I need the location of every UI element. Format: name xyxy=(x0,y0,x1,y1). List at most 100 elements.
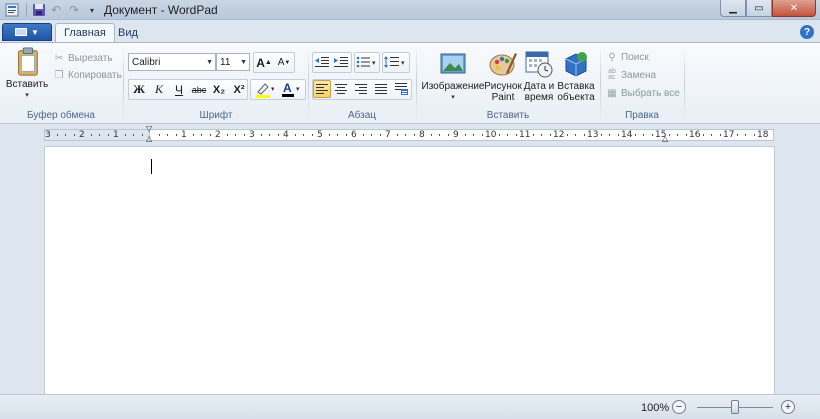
tab-home[interactable]: Главная xyxy=(55,23,115,42)
window-controls: ▁ ▭ ✕ xyxy=(720,0,816,17)
copy-label: Копировать xyxy=(68,69,122,81)
ruler-minor-tick xyxy=(617,134,619,136)
copy-icon: ❐ xyxy=(54,69,64,81)
ruler-tick-label: 4 xyxy=(283,130,289,140)
svg-text:A: A xyxy=(283,81,292,95)
save-icon[interactable] xyxy=(31,2,47,18)
title-bar: ↶ ↷ ▾ Документ - WordPad ▁ ▭ ✕ xyxy=(0,0,820,20)
font-size-value: 11 xyxy=(220,56,231,68)
font-family-select[interactable]: Calibri ▼ xyxy=(128,53,216,71)
text-cursor xyxy=(151,159,152,174)
align-left-button[interactable] xyxy=(313,80,331,98)
ruler-minor-tick xyxy=(371,134,372,136)
binoculars-icon: ⚲ xyxy=(608,51,616,63)
customize-quick-access-icon[interactable]: ▾ xyxy=(84,2,100,18)
insert-picture-button[interactable]: Изображение ▾ xyxy=(421,49,485,103)
select-all-button[interactable]: ▦ Выбрать все xyxy=(606,85,680,101)
document-page[interactable] xyxy=(44,146,775,396)
ruler-minor-tick xyxy=(167,134,168,136)
bold-button[interactable]: Ж xyxy=(129,80,149,99)
ruler-minor-tick xyxy=(337,134,338,136)
ruler-minor-tick xyxy=(141,134,143,136)
ruler-minor-tick xyxy=(405,134,406,136)
paragraph-settings-icon xyxy=(395,83,408,95)
italic-button[interactable]: К xyxy=(149,80,169,99)
bullet-list-icon[interactable]: ▾ xyxy=(355,53,379,71)
close-button[interactable]: ✕ xyxy=(772,0,816,17)
ruler-minor-tick xyxy=(192,134,194,136)
ruler-minor-tick xyxy=(235,134,236,136)
caret-down-icon: ▼ xyxy=(284,59,291,66)
paragraph-group-label: Абзац xyxy=(347,110,377,121)
ruler-minor-tick xyxy=(473,134,474,136)
minimize-button[interactable]: ▁ xyxy=(720,0,746,17)
justify-button[interactable] xyxy=(372,80,390,98)
ruler-minor-tick xyxy=(711,134,712,136)
align-right-button[interactable] xyxy=(352,80,370,98)
document-area xyxy=(0,142,820,396)
ruler-minor-tick xyxy=(345,134,347,136)
paste-button[interactable]: Вставить ▾ xyxy=(6,47,48,101)
ruler-tick-label: 13 xyxy=(587,130,599,140)
ruler-minor-tick xyxy=(745,134,746,136)
shrink-font-button[interactable]: A ▼ xyxy=(274,53,294,72)
ruler-minor-tick xyxy=(201,134,202,136)
ruler-minor-tick xyxy=(396,134,398,136)
ruler-tick-label: 17 xyxy=(723,130,735,140)
tab-view[interactable]: Вид xyxy=(110,23,146,42)
underline-button[interactable]: Ч xyxy=(169,80,189,99)
zoom-in-button[interactable]: + xyxy=(781,400,795,414)
picture-icon xyxy=(440,53,466,74)
editing-group-label: Правка xyxy=(625,110,659,121)
align-center-button[interactable] xyxy=(332,80,350,98)
strikethrough-button[interactable]: abc xyxy=(189,80,209,99)
superscript-button[interactable]: X² xyxy=(229,80,249,99)
help-icon[interactable]: ? xyxy=(800,25,814,39)
line-spacing-icon[interactable]: ▾ xyxy=(383,53,409,71)
ruler-minor-tick xyxy=(209,134,211,136)
highlight-color-button[interactable]: ▾ xyxy=(251,80,277,99)
ruler-minor-tick xyxy=(643,134,644,136)
ruler-minor-tick xyxy=(226,134,228,136)
ruler-minor-tick xyxy=(481,134,483,136)
editing-group: ⚲ Поиск ab ac Замена ▦ Выбрать все Правка xyxy=(601,43,683,123)
datetime-label-line2: время xyxy=(524,92,554,103)
font-color-button[interactable]: A ▾ xyxy=(278,80,304,99)
paragraph-settings-button[interactable] xyxy=(393,80,411,98)
font-size-select[interactable]: 11 ▼ xyxy=(216,53,250,71)
chevron-down-icon: ▾ xyxy=(25,92,29,99)
ruler-minor-tick xyxy=(583,134,585,136)
undo-icon[interactable]: ↶ xyxy=(48,2,64,18)
ruler-minor-tick xyxy=(753,134,755,136)
paint-drawing-button[interactable]: Рисунок Paint xyxy=(483,49,523,103)
cut-button[interactable]: ✂ Вырезать xyxy=(53,50,113,66)
ruler[interactable]: 3 2 1 1 2 3 4 5 6 7 8 9 10 11 12 13 14 15 16 17 18 ▽ △ △ xyxy=(44,124,774,143)
wordpad-app-icon[interactable] xyxy=(4,2,20,18)
ruler-tick-label: 16 xyxy=(689,130,701,140)
ruler-tick-label: 11 xyxy=(519,130,531,140)
insert-object-button[interactable]: Вставка объекта xyxy=(556,49,596,103)
replace-button[interactable]: ab ac Замена xyxy=(606,67,656,83)
ruler-tick-label: 3 xyxy=(45,130,51,140)
zoom-slider-thumb[interactable] xyxy=(731,400,739,414)
find-button[interactable]: ⚲ Поиск xyxy=(606,49,648,65)
zoom-out-button[interactable]: − xyxy=(672,400,686,414)
copy-button[interactable]: ❐ Копировать xyxy=(53,67,122,83)
date-time-button[interactable]: Дата и время xyxy=(521,49,557,103)
ruler-minor-tick xyxy=(532,134,534,136)
grow-font-button[interactable]: A ▲ xyxy=(254,53,274,72)
chevron-down-icon: ▼ xyxy=(206,59,213,66)
ruler-minor-tick xyxy=(303,134,304,136)
subscript-button[interactable]: X₂ xyxy=(209,80,229,99)
increase-indent-icon[interactable] xyxy=(332,53,350,71)
ruler-tick-label: 1 xyxy=(181,130,187,140)
ruler-tick-label: 2 xyxy=(215,130,221,140)
justify-icon xyxy=(375,83,387,94)
ruler-minor-tick xyxy=(541,134,542,136)
first-line-indent-marker[interactable]: ▽ xyxy=(146,124,152,133)
maximize-button[interactable]: ▭ xyxy=(746,0,772,17)
decrease-indent-icon[interactable] xyxy=(313,53,331,71)
redo-icon[interactable]: ↷ xyxy=(66,2,82,18)
file-menu-button[interactable]: ▼ xyxy=(2,23,52,41)
ruler-tick-label: 6 xyxy=(351,130,357,140)
